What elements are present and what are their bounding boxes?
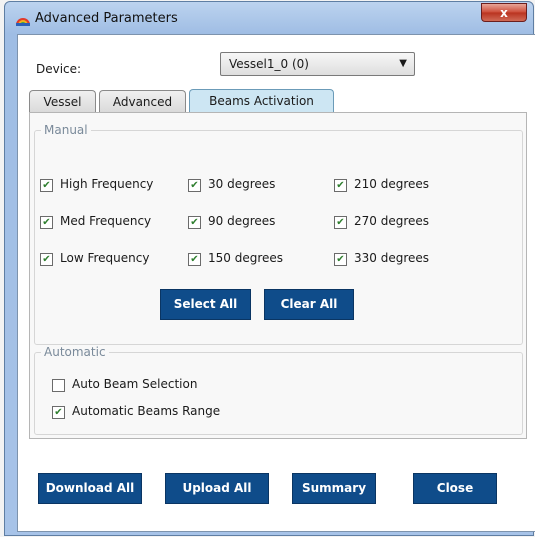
checkbox-label: Med Frequency [60,214,152,228]
device-dropdown[interactable]: Vessel1_0 (0) ▼ [220,52,415,76]
checkbox-label: High Frequency [60,177,154,191]
checkmark-icon: ✔ [334,253,347,266]
automatic-group: Automatic Auto Beam Selection ✔ Automati… [34,345,523,435]
checkmark-icon: ✔ [334,179,347,192]
clear-all-button[interactable]: Clear All [264,289,354,320]
tab-advanced-label: Advanced [112,95,173,109]
checkbox-label: Auto Beam Selection [72,377,198,391]
automatic-group-title: Automatic [41,345,109,359]
window-title: Advanced Parameters [35,11,178,26]
checkbox-label: 330 degrees [354,251,430,265]
tab-vessel[interactable]: Vessel [29,90,96,113]
device-selected-value: Vessel1_0 (0) [229,57,309,71]
checkmark-icon: ✔ [188,179,201,192]
tab-beams-activation-label: Beams Activation [209,94,314,108]
manual-group: Manual ✔ High Frequency ✔ Med Frequency … [34,123,523,345]
close-button[interactable]: Close [413,473,497,504]
checkbox-label: 150 degrees [208,251,284,265]
advanced-parameters-window: Advanced Parameters x Device: Vessel1_0 … [4,1,535,536]
select-all-button[interactable]: Select All [160,289,251,320]
close-window-button[interactable]: x [481,3,527,22]
checkmark-icon: ✔ [334,216,347,229]
checkbox-label: 270 degrees [354,214,430,228]
checkmark-icon: ✔ [40,253,53,266]
checkbox-label: 210 degrees [354,177,430,191]
dialog-client-area: Device: Vessel1_0 (0) ▼ Vessel Advanced … [17,34,535,532]
beams-activation-panel: Manual ✔ High Frequency ✔ Med Frequency … [29,112,527,439]
manual-group-title: Manual [41,123,91,137]
checkbox-label: 30 degrees [208,177,276,191]
checkmark-icon: ✔ [188,253,201,266]
tab-beams-activation[interactable]: Beams Activation [189,89,334,113]
app-icon [16,18,30,26]
checkmark-icon: ✔ [52,406,65,419]
checkbox-label: 90 degrees [208,214,276,228]
checkbox-label: Low Frequency [60,251,150,265]
summary-button[interactable]: Summary [292,473,376,504]
chevron-down-icon: ▼ [399,58,407,69]
title-bar[interactable]: Advanced Parameters x [5,2,533,34]
upload-all-button[interactable]: Upload All [165,473,269,504]
checkbox-box [52,379,65,392]
device-label: Device: [36,62,82,76]
download-all-button[interactable]: Download All [38,473,142,504]
tab-advanced[interactable]: Advanced [99,90,186,113]
checkmark-icon: ✔ [40,179,53,192]
tab-vessel-label: Vessel [43,95,82,109]
close-icon: x [500,6,508,20]
checkmark-icon: ✔ [40,216,53,229]
checkbox-label: Automatic Beams Range [72,404,221,418]
checkmark-icon: ✔ [188,216,201,229]
